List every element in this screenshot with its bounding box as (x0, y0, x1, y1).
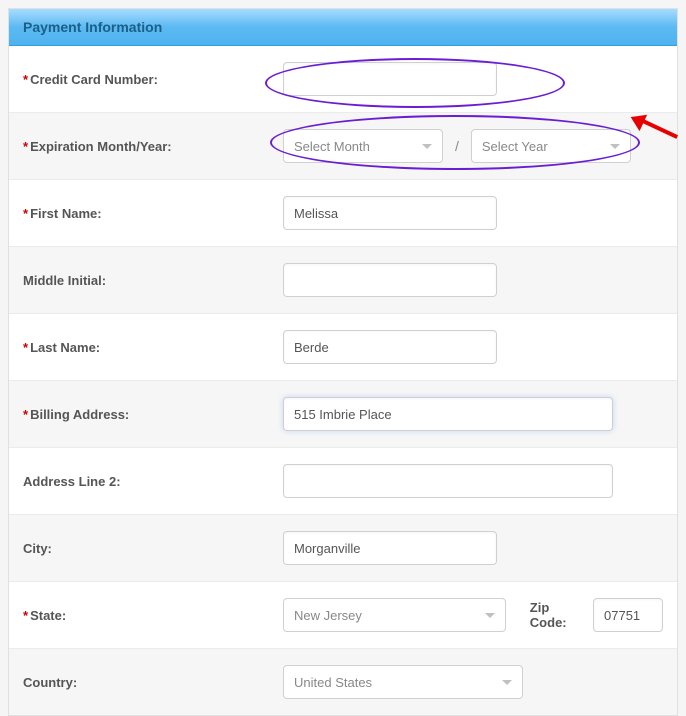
zip-code-input[interactable] (593, 598, 663, 632)
chevron-down-icon (610, 144, 620, 149)
last-name-input[interactable] (283, 330, 497, 364)
address-line-2-label: Address Line 2: (23, 474, 283, 489)
country-select[interactable]: United States (283, 665, 523, 699)
required-marker: * (23, 206, 28, 221)
expiration-separator: / (451, 138, 463, 154)
credit-card-input[interactable] (283, 62, 497, 96)
chevron-down-icon (422, 144, 432, 149)
expiration-year-value: Select Year (482, 139, 610, 154)
row-city: City: (9, 515, 677, 582)
first-name-input[interactable] (283, 196, 497, 230)
zip-code-label: Zip Code: (530, 600, 585, 630)
expiration-label: *Expiration Month/Year: (23, 139, 283, 154)
city-label: City: (23, 541, 283, 556)
required-marker: * (23, 407, 28, 422)
state-select[interactable]: New Jersey (283, 598, 506, 632)
first-name-label: *First Name: (23, 206, 283, 221)
required-marker: * (23, 139, 28, 154)
payment-information-panel: Payment Information *Credit Card Number:… (8, 8, 678, 716)
chevron-down-icon (502, 680, 512, 685)
city-input[interactable] (283, 531, 497, 565)
row-first-name: *First Name: (9, 180, 677, 247)
last-name-label: *Last Name: (23, 340, 283, 355)
chevron-down-icon (485, 613, 495, 618)
panel-header: Payment Information (9, 9, 677, 46)
country-value: United States (294, 675, 502, 690)
panel-title: Payment Information (23, 19, 162, 35)
state-label: *State: (23, 608, 283, 623)
row-billing-address: *Billing Address: (9, 381, 677, 448)
billing-address-input[interactable] (283, 397, 613, 431)
row-state: *State: New Jersey Zip Code: (9, 582, 677, 649)
country-label: Country: (23, 675, 283, 690)
row-middle-initial: Middle Initial: (9, 247, 677, 314)
expiration-year-select[interactable]: Select Year (471, 129, 631, 163)
row-credit-card: *Credit Card Number: (9, 46, 677, 113)
middle-initial-input[interactable] (283, 263, 497, 297)
expiration-month-select[interactable]: Select Month (283, 129, 443, 163)
middle-initial-label: Middle Initial: (23, 273, 283, 288)
row-last-name: *Last Name: (9, 314, 677, 381)
expiration-month-value: Select Month (294, 139, 422, 154)
row-address-line-2: Address Line 2: (9, 448, 677, 515)
billing-address-label: *Billing Address: (23, 407, 283, 422)
row-country: Country: United States (9, 649, 677, 715)
required-marker: * (23, 340, 28, 355)
credit-card-label: *Credit Card Number: (23, 72, 283, 87)
required-marker: * (23, 72, 28, 87)
state-value: New Jersey (294, 608, 485, 623)
required-marker: * (23, 608, 28, 623)
address-line-2-input[interactable] (283, 464, 613, 498)
row-expiration: *Expiration Month/Year: Select Month / S… (9, 113, 677, 180)
